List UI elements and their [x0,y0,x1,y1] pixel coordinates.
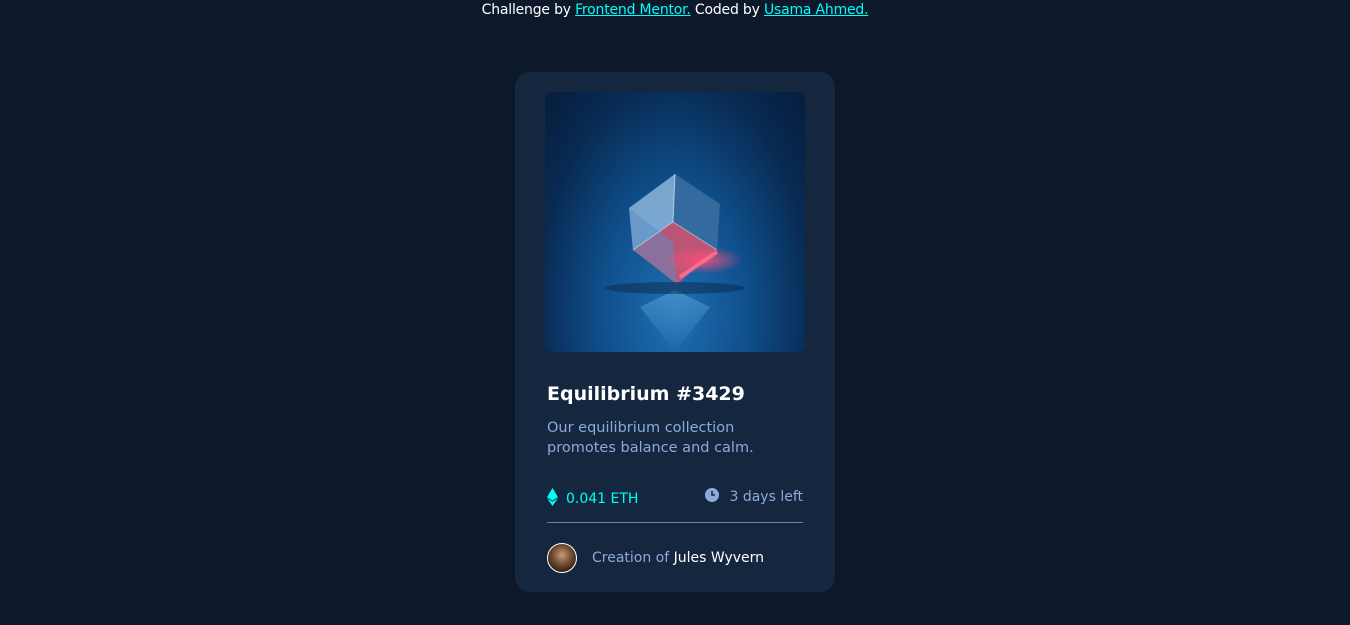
creator-prefix: Creation of [592,550,674,566]
nft-description: Our equilibrium collection promotes bala… [547,420,754,456]
clock-icon [705,488,720,506]
creator-name[interactable]: Jules Wyvern [674,550,764,566]
attribution: Challenge by Frontend Mentor. Coded by U… [0,0,1350,20]
divider [547,522,803,523]
author-link[interactable]: Usama Ahmed. [764,2,869,18]
time-info: 3 days left [705,488,803,506]
creator-text: Creation of Jules Wyvern [592,550,764,566]
attribution-middle: Coded by [690,2,764,18]
time-left-value: 3 days left [729,489,803,505]
avatar [547,543,577,573]
price-info: 0.041 ETH [547,488,638,510]
creator-info: Creation of Jules Wyvern [547,543,764,573]
nft-title[interactable]: Equilibrium #3429 [547,383,745,405]
attribution-prefix: Challenge by [481,2,576,18]
frontend-mentor-link[interactable]: Frontend Mentor. [575,2,691,18]
equilibrium-cube-image [605,173,745,352]
price-value: 0.041 ETH [566,491,639,507]
nft-image[interactable] [545,92,805,352]
ethereum-icon [547,488,558,510]
nft-card: Equilibrium #3429 Our equilibrium collec… [515,72,835,592]
